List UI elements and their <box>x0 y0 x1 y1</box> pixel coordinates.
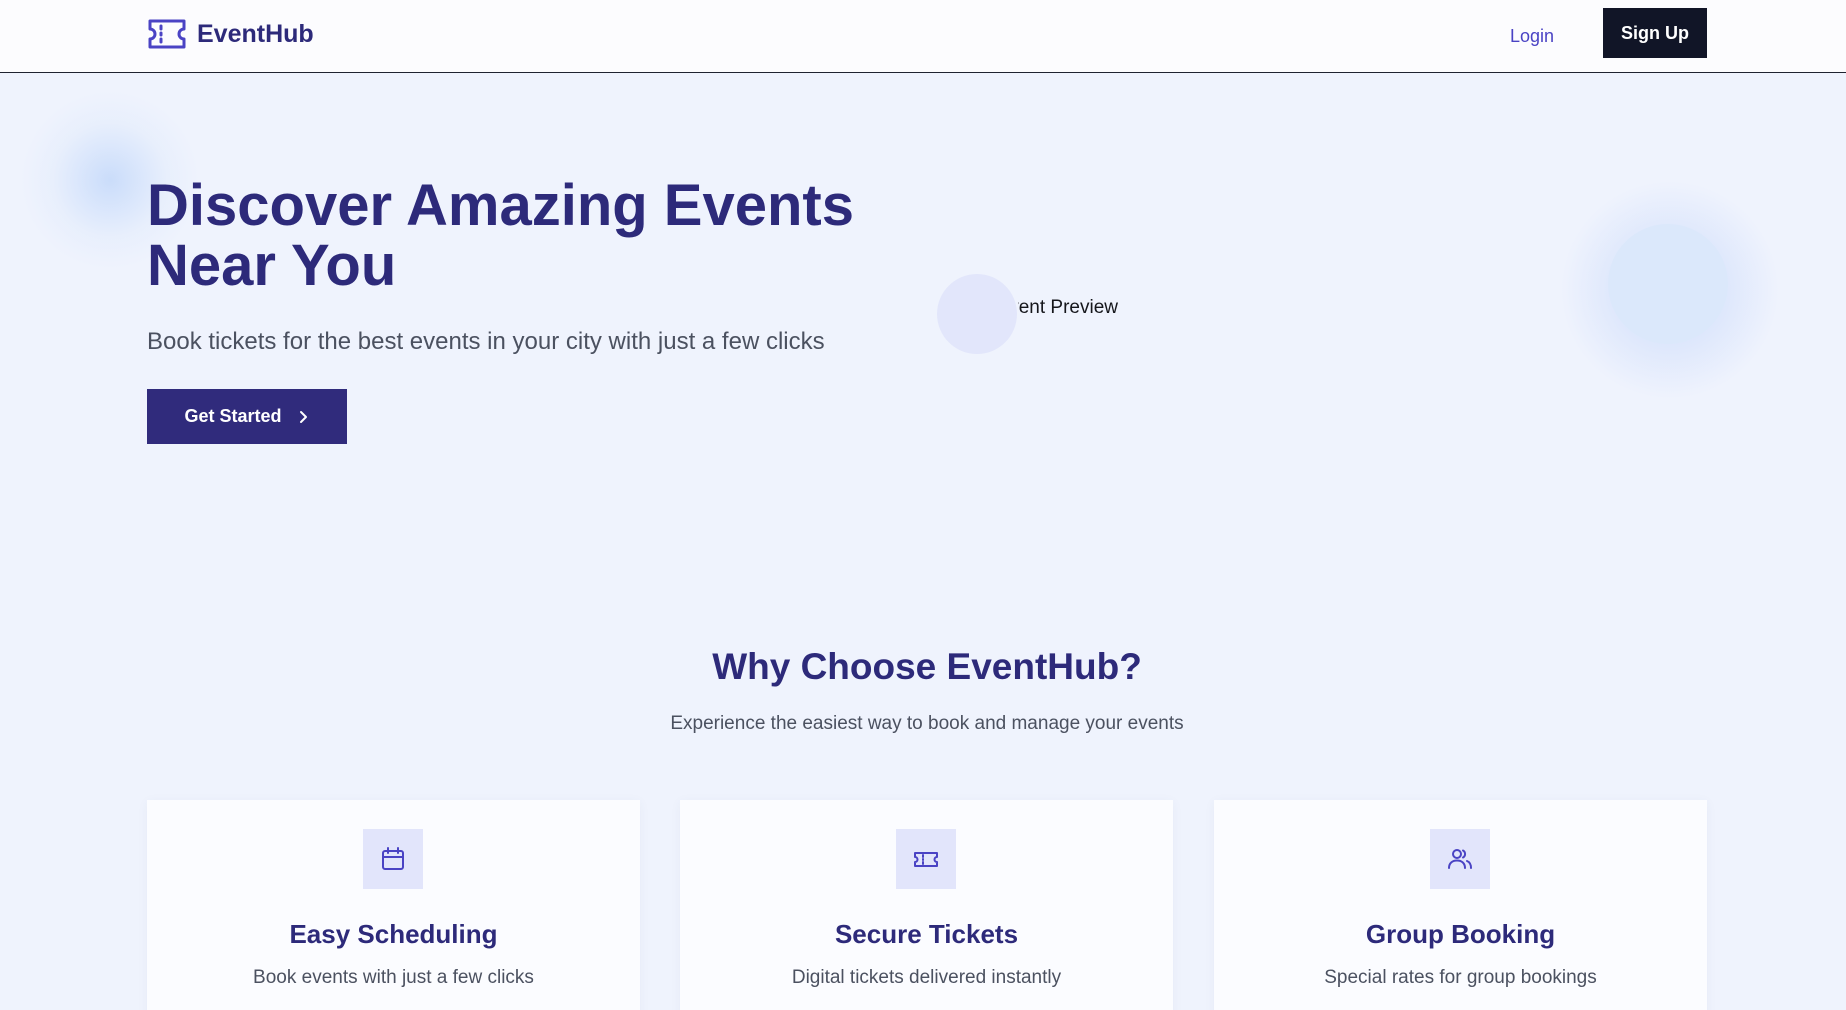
hero-title-line-1: Discover Amazing Events <box>147 173 854 238</box>
feature-description: Book events with just a few clicks <box>253 967 534 988</box>
users-icon <box>1430 829 1490 889</box>
hero-subtitle: Book tickets for the best events in your… <box>147 328 825 355</box>
navbar: EventHub Login Sign Up <box>0 0 1846 73</box>
event-preview-alt-text: Event Preview <box>1018 297 1118 318</box>
ticket-logo-icon <box>148 19 186 49</box>
login-link[interactable]: Login <box>1510 21 1554 51</box>
feature-description: Special rates for group bookings <box>1324 967 1597 988</box>
decorative-circle-mid <box>937 274 1017 354</box>
get-started-button[interactable]: Get Started <box>147 389 347 444</box>
decorative-circle <box>1608 224 1728 344</box>
brand-name: EventHub <box>197 19 314 48</box>
hero-title-line-2: Near You <box>147 233 397 298</box>
feature-title: Easy Scheduling <box>289 919 498 949</box>
feature-card-easy-scheduling: Easy Scheduling Book events with just a … <box>147 800 640 1010</box>
feature-card-group-booking: Group Booking Special rates for group bo… <box>1214 800 1707 1010</box>
features-subtitle: Experience the easiest way to book and m… <box>670 713 1184 734</box>
get-started-label: Get Started <box>184 406 282 426</box>
landing-page: EventHub Login Sign Up Discover Amazing … <box>0 0 1846 1010</box>
brand-logo[interactable]: EventHub <box>147 17 314 51</box>
feature-title: Group Booking <box>1365 919 1556 949</box>
feature-card-secure-tickets: Secure Tickets Digital tickets delivered… <box>680 800 1173 1010</box>
chevron-right-icon <box>299 410 307 423</box>
hero-title: Discover Amazing Events Near You <box>147 176 967 296</box>
feature-title: Secure Tickets <box>834 919 1019 949</box>
event-preview-image: Event Preview <box>1018 297 1118 323</box>
signup-button[interactable]: Sign Up <box>1603 8 1707 58</box>
calendar-icon <box>363 829 423 889</box>
ticket-icon <box>896 829 956 889</box>
features-title: Why Choose EventHub? <box>712 646 1142 687</box>
feature-description: Digital tickets delivered instantly <box>791 967 1062 988</box>
